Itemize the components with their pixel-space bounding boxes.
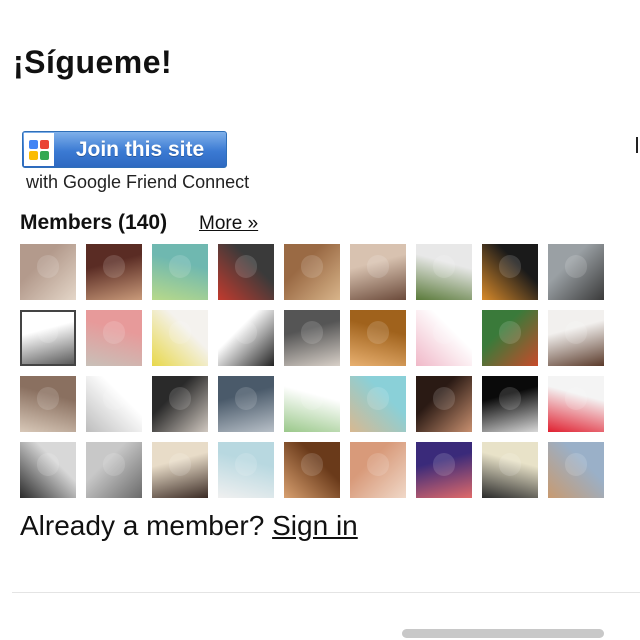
member-avatar[interactable]	[86, 376, 142, 432]
member-avatar[interactable]	[218, 376, 274, 432]
member-avatar[interactable]	[350, 376, 406, 432]
edge-marker	[636, 137, 638, 153]
member-avatar[interactable]	[416, 244, 472, 300]
member-avatar[interactable]	[20, 244, 76, 300]
member-avatar[interactable]	[86, 244, 142, 300]
join-this-site-button[interactable]: Join this site	[22, 131, 227, 168]
member-avatar[interactable]	[152, 244, 208, 300]
member-avatar[interactable]	[86, 310, 142, 366]
already-member-text: Already a member?	[20, 510, 265, 541]
already-member-line: Already a member? Sign in	[20, 510, 358, 542]
member-avatar[interactable]	[284, 244, 340, 300]
member-avatar[interactable]	[152, 442, 208, 498]
join-button-label: Join this site	[75, 137, 205, 161]
member-avatar[interactable]	[482, 310, 538, 366]
member-avatar[interactable]	[548, 442, 604, 498]
member-avatar[interactable]	[284, 310, 340, 366]
member-avatar[interactable]	[152, 310, 208, 366]
member-avatar[interactable]	[548, 376, 604, 432]
member-avatar[interactable]	[416, 376, 472, 432]
members-grid	[20, 244, 610, 498]
member-avatar[interactable]	[350, 310, 406, 366]
member-avatar[interactable]	[350, 244, 406, 300]
member-avatar[interactable]	[482, 244, 538, 300]
member-avatar[interactable]	[218, 310, 274, 366]
member-avatar[interactable]	[548, 310, 604, 366]
divider	[12, 592, 640, 593]
members-heading: Members (140)	[20, 211, 168, 234]
horizontal-scrollbar[interactable]	[402, 629, 604, 638]
member-avatar[interactable]	[416, 310, 472, 366]
sign-in-link[interactable]: Sign in	[272, 510, 358, 541]
member-avatar[interactable]	[284, 376, 340, 432]
member-avatar[interactable]	[218, 244, 274, 300]
member-avatar[interactable]	[20, 310, 76, 366]
member-avatar[interactable]	[86, 442, 142, 498]
widget-title: ¡Sígueme!	[13, 44, 173, 80]
more-members-link[interactable]: More »	[199, 213, 258, 235]
member-avatar[interactable]	[416, 442, 472, 498]
member-avatar[interactable]	[20, 442, 76, 498]
member-avatar[interactable]	[20, 376, 76, 432]
member-avatar[interactable]	[284, 442, 340, 498]
join-subtitle: with Google Friend Connect	[26, 172, 250, 192]
member-avatar[interactable]	[548, 244, 604, 300]
member-avatar[interactable]	[152, 376, 208, 432]
member-avatar[interactable]	[482, 442, 538, 498]
member-avatar[interactable]	[482, 376, 538, 432]
member-avatar[interactable]	[350, 442, 406, 498]
member-avatar[interactable]	[218, 442, 274, 498]
google-logo-icon	[24, 133, 54, 166]
